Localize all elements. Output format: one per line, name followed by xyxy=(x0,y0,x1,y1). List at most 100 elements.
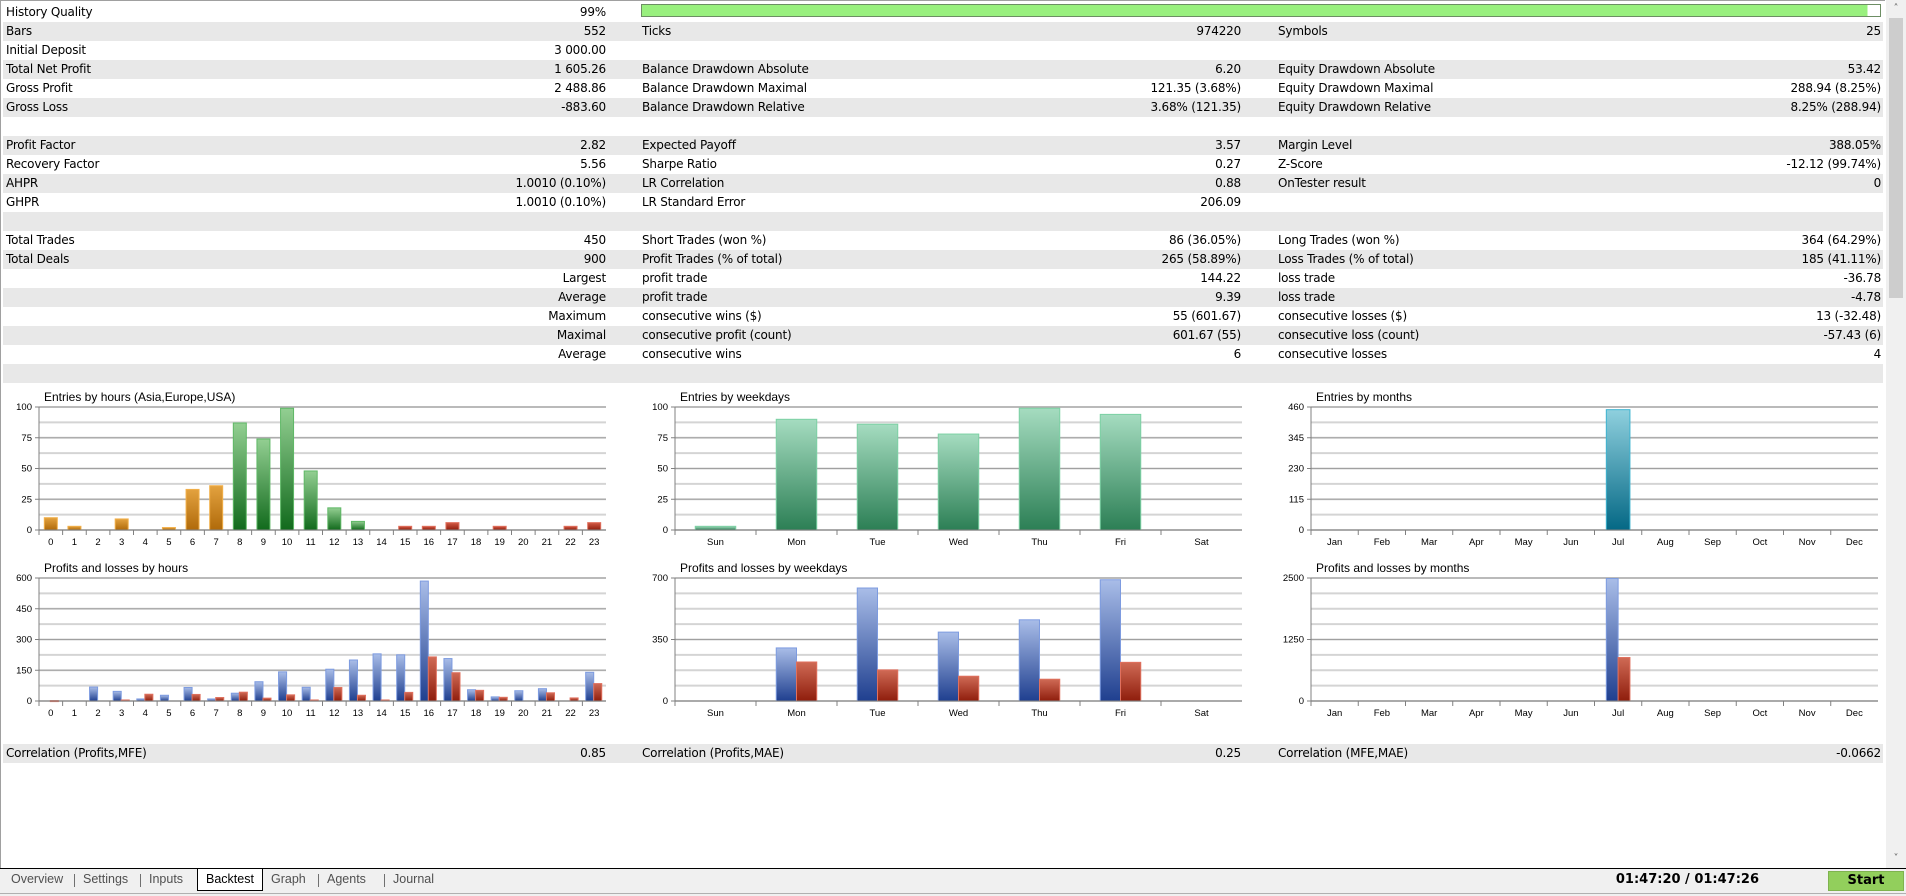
x-tick-label: 3 xyxy=(119,708,124,719)
y-tick-label: 0 xyxy=(663,525,668,536)
stats-row: GHPR 1.0010 (0.10%) LR Standard Error 206.0… xyxy=(3,193,1883,212)
largest-value: Largest xyxy=(562,271,607,285)
x-tick-label: Mar xyxy=(1421,537,1437,548)
entries-weekdays-svg: Entries by weekdays 0 25 50 75 100 Sun Mon Tue We… xyxy=(652,390,1242,548)
profit-bar-18 xyxy=(467,689,477,702)
history-quality-label: History Quality xyxy=(6,5,93,19)
profit-bar-Thu xyxy=(1018,619,1040,702)
profit-bar-Mon xyxy=(775,647,797,702)
tab-inputs[interactable]: Inputs xyxy=(141,869,197,891)
profit-bar-3 xyxy=(112,690,122,702)
history-quality-bar xyxy=(641,4,1881,17)
loss-trade-label: loss trade xyxy=(1278,271,1335,285)
x-tick-label: Apr xyxy=(1469,537,1484,548)
pl-months-svg: Profits and losses by months 0 1250 2500 Jan… xyxy=(1283,561,1878,719)
tab-graph[interactable]: Graph xyxy=(263,869,319,891)
stats-row: Gross Profit 2 488.86 Balance Drawdown Max… xyxy=(3,79,1883,98)
consecutive-losses-value: 13 (-32.48) xyxy=(1816,309,1881,323)
loss-trade-label: loss trade xyxy=(1278,290,1335,304)
consecutive-wins-label: consecutive wins ($) xyxy=(642,309,762,323)
y-tick-label: 0 xyxy=(27,696,32,707)
stats-row: Total Deals 900 Profit Trades (% of total)… xyxy=(3,250,1883,269)
y-tick-label: 0 xyxy=(1299,696,1304,707)
x-tick-label: 13 xyxy=(353,537,364,548)
corr-profits-mae-label: Correlation (Profits,MAE) xyxy=(642,746,784,760)
elapsed-timer: 01:47:20 / 01:47:26 xyxy=(1615,872,1759,887)
entries-by-hours-chart: Entries by hours (Asia,Europe,USA) 0 25 50 7… xyxy=(9,389,609,554)
x-tick-label: Sun xyxy=(707,708,724,719)
tab-settings[interactable]: Settings xyxy=(75,869,141,891)
z-score-label: Z-Score xyxy=(1278,157,1323,171)
y-tick-label: 50 xyxy=(657,464,668,475)
profit-bar-23 xyxy=(585,671,595,702)
bars-label: Bars xyxy=(6,24,32,38)
x-tick-label: Thu xyxy=(1031,537,1047,548)
x-tick-label: Fri xyxy=(1115,537,1126,548)
x-tick-label: 19 xyxy=(494,708,505,719)
total-deals-label: Total Deals xyxy=(6,252,70,266)
scroll-up-icon[interactable]: ˄ xyxy=(1886,0,1906,18)
x-tick-label: 3 xyxy=(119,537,124,548)
stats-row: Average consecutive wins 6 consecutive loss… xyxy=(3,345,1883,364)
bar-23 xyxy=(587,522,602,531)
bar-Tue xyxy=(856,423,899,531)
y-tick-label: 1250 xyxy=(1283,635,1304,646)
x-tick-label: Feb xyxy=(1374,708,1390,719)
vertical-scrollbar[interactable]: ˄ ˅ xyxy=(1886,0,1906,868)
correlation-row: Correlation (Profits,MFE) 0.85 Correlati… xyxy=(3,744,1883,763)
scrollbar-thumb[interactable] xyxy=(1889,18,1903,298)
x-tick-label: 11 xyxy=(306,708,316,719)
profit-bar-2 xyxy=(89,686,99,702)
loss-bar-6 xyxy=(191,693,201,702)
x-tick-label: 2 xyxy=(95,708,100,719)
recovery-factor-value: 5.56 xyxy=(580,157,606,171)
y-tick-label: 115 xyxy=(1289,494,1304,505)
symbols-value: 25 xyxy=(1866,24,1881,38)
ontester-result-value: 0 xyxy=(1873,176,1882,190)
x-tick-label: 4 xyxy=(143,708,148,719)
start-button[interactable]: Start xyxy=(1828,871,1904,891)
y-tick-label: 100 xyxy=(16,402,32,413)
x-tick-label: 9 xyxy=(261,708,266,719)
profit-bar-13 xyxy=(348,659,358,702)
tab-overview[interactable]: Overview xyxy=(3,869,75,891)
profit-bar-15 xyxy=(396,654,406,702)
profit-bar-9 xyxy=(254,681,264,702)
tab-journal[interactable]: Journal xyxy=(385,869,447,891)
x-tick-label: 0 xyxy=(48,708,53,719)
x-tick-label: 15 xyxy=(400,537,411,548)
bar-8 xyxy=(232,422,247,531)
bar-13 xyxy=(350,520,365,531)
profit-bar-11 xyxy=(301,686,311,702)
z-score-value: -12.12 (99.74%) xyxy=(1786,157,1881,171)
total-net-profit-label: Total Net Profit xyxy=(6,62,91,76)
x-tick-label: Oct xyxy=(1752,537,1767,548)
x-tick-label: Tue xyxy=(869,537,885,548)
x-tick-label: 5 xyxy=(166,537,171,548)
loss-bar-4 xyxy=(144,693,154,702)
x-tick-label: Aug xyxy=(1657,537,1674,548)
bar-9 xyxy=(256,438,271,531)
bar-15 xyxy=(398,525,413,531)
margin-level-label: Margin Level xyxy=(1278,138,1353,152)
x-tick-label: May xyxy=(1515,537,1533,548)
scroll-down-icon[interactable]: ˅ xyxy=(1886,850,1906,868)
x-tick-label: 23 xyxy=(589,708,600,719)
y-tick-label: 300 xyxy=(16,635,32,646)
tab-backtest[interactable]: Backtest xyxy=(197,869,263,891)
stats-row: Largest profit trade 144.22 loss trade -36.7… xyxy=(3,269,1883,288)
tab-agents[interactable]: Agents xyxy=(319,869,385,891)
maximal-value: Maximal xyxy=(556,328,606,342)
chart-title: Profits and losses by hours xyxy=(44,561,188,575)
profit-trades-of-total-label: Profit Trades (% of total) xyxy=(642,252,783,266)
x-tick-label: Jul xyxy=(1612,708,1624,719)
profit-bar-5 xyxy=(159,694,169,702)
loss-bar-Tue xyxy=(877,669,899,702)
x-tick-label: 22 xyxy=(565,708,576,719)
profit-bar-10 xyxy=(278,671,288,702)
x-tick-label: 16 xyxy=(424,708,435,719)
entries-by-weekdays-chart: Entries by weekdays 0 25 50 75 100 Sun Mon Tue We… xyxy=(645,389,1245,554)
bar-Thu xyxy=(1018,407,1061,531)
profit-bar-19 xyxy=(490,696,500,702)
y-tick-label: 0 xyxy=(1299,525,1304,536)
